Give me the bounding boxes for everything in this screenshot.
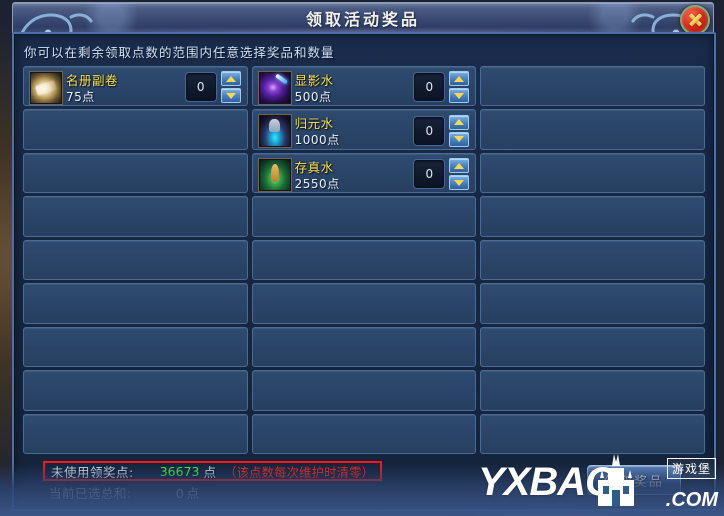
reward-item-cost: 500点 <box>294 89 332 104</box>
reward-cell-empty <box>23 196 248 237</box>
reward-item-name: 存真水 <box>294 159 334 175</box>
unused-points-value: 36673 <box>159 463 200 479</box>
reward-cell-empty <box>480 370 705 411</box>
purple-vial-icon <box>257 70 292 105</box>
reward-cell[interactable]: 名册副卷 75点 0 <box>23 65 248 106</box>
quantity-stepper: 0 <box>413 158 470 191</box>
increment-icon[interactable] <box>449 71 470 86</box>
quantity-input[interactable]: 0 <box>184 72 217 102</box>
close-icon[interactable] <box>680 5 710 33</box>
reward-cell-empty <box>23 283 248 324</box>
quantity-input[interactable]: 0 <box>413 72 446 102</box>
reward-cell-empty <box>23 413 248 454</box>
quantity-input[interactable]: 0 <box>413 159 446 189</box>
stepper-arrows <box>449 114 470 147</box>
reward-cell-empty <box>480 152 705 193</box>
stepper-arrows <box>220 71 241 103</box>
scroll-icon <box>29 70 63 105</box>
quantity-stepper: 0 <box>413 71 470 104</box>
increment-icon[interactable] <box>220 71 241 86</box>
reward-item-cost: 75点 <box>66 89 95 104</box>
summary-area: 未使用领奖点: 36673 点 （该点数每次维护时清零） 当前已选总和: 0 点… <box>21 461 707 503</box>
reward-cell[interactable]: 归元水 1000点 0 <box>251 109 477 150</box>
reward-cell-empty <box>480 283 705 324</box>
reward-cell-empty <box>251 413 477 454</box>
decrement-icon[interactable] <box>220 88 241 103</box>
reward-claim-window: 领取活动奖品 你可以在剩余领取点数的范围内任意选择奖品和数量 名册副卷 75点 0 显… <box>4 2 720 511</box>
reward-item-name: 显影水 <box>294 72 334 88</box>
reward-grid: 名册副卷 75点 0 显影水 500点 0 归元水 1000点 0 存真水 2550点 0 <box>21 64 707 459</box>
reward-cell-empty <box>251 196 477 237</box>
selected-total-unit: 点 <box>186 486 200 501</box>
green-flask-icon <box>257 157 292 192</box>
reward-cell-empty <box>480 413 705 454</box>
reward-cell-empty <box>480 109 705 150</box>
reward-item-cost: 1000点 <box>294 133 340 147</box>
selected-total-label: 当前已选总和: <box>49 486 132 501</box>
selected-total-value: 0 <box>175 486 184 501</box>
decrement-icon[interactable] <box>449 88 470 103</box>
stepper-arrows <box>449 158 470 190</box>
window-titlebar: 领取活动奖品 <box>12 2 714 34</box>
reward-cell-empty <box>251 326 477 367</box>
reward-cell-empty <box>480 65 705 106</box>
increment-icon[interactable] <box>449 158 470 173</box>
unused-points-unit: 点 <box>203 464 216 480</box>
window-body-panel: 你可以在剩余领取点数的范围内任意选择奖品和数量 名册副卷 75点 0 显影水 500点 0… <box>12 32 716 511</box>
reward-cell-empty <box>251 370 477 411</box>
reward-item-name: 名册副卷 <box>66 72 119 88</box>
reward-cell-empty <box>251 239 477 280</box>
claim-reward-button[interactable]: 领取奖品 <box>587 465 681 495</box>
unused-points-label: 未使用领奖点: <box>51 464 134 480</box>
stepper-arrows <box>449 71 470 103</box>
reward-cell-empty <box>23 239 248 280</box>
quantity-stepper: 0 <box>413 114 470 147</box>
window-title: 领取活动奖品 <box>305 10 420 29</box>
decrement-icon[interactable] <box>449 175 470 190</box>
reward-cell[interactable]: 显影水 500点 0 <box>251 65 477 106</box>
reward-cell-empty <box>251 283 477 324</box>
reward-cell-empty <box>23 370 248 411</box>
reward-item-name: 归元水 <box>294 116 334 131</box>
instruction-text: 你可以在剩余领取点数的范围内任意选择奖品和数量 <box>24 45 335 60</box>
reward-cell-empty <box>23 326 248 367</box>
reward-cell[interactable]: 存真水 2550点 0 <box>251 152 477 193</box>
reward-cell-empty <box>23 152 248 193</box>
cyan-flask-icon <box>257 114 292 148</box>
selected-total-row: 当前已选总和: 0 点 <box>49 483 199 502</box>
reward-cell-empty <box>480 196 705 237</box>
decrement-icon[interactable] <box>449 131 470 147</box>
reward-cell-empty <box>480 326 705 367</box>
unused-points-row: 未使用领奖点: 36673 点 （该点数每次维护时清零） <box>43 461 383 481</box>
unused-points-note: （该点数每次维护时清零） <box>224 464 375 480</box>
reward-cell-empty <box>480 239 705 280</box>
quantity-input[interactable]: 0 <box>413 115 446 146</box>
increment-icon[interactable] <box>449 114 470 130</box>
game-screen: 领取活动奖品 你可以在剩余领取点数的范围内任意选择奖品和数量 名册副卷 75点 0 显… <box>0 0 724 516</box>
reward-item-cost: 2550点 <box>294 176 340 191</box>
quantity-stepper: 0 <box>184 71 241 104</box>
reward-cell-empty <box>23 109 248 150</box>
